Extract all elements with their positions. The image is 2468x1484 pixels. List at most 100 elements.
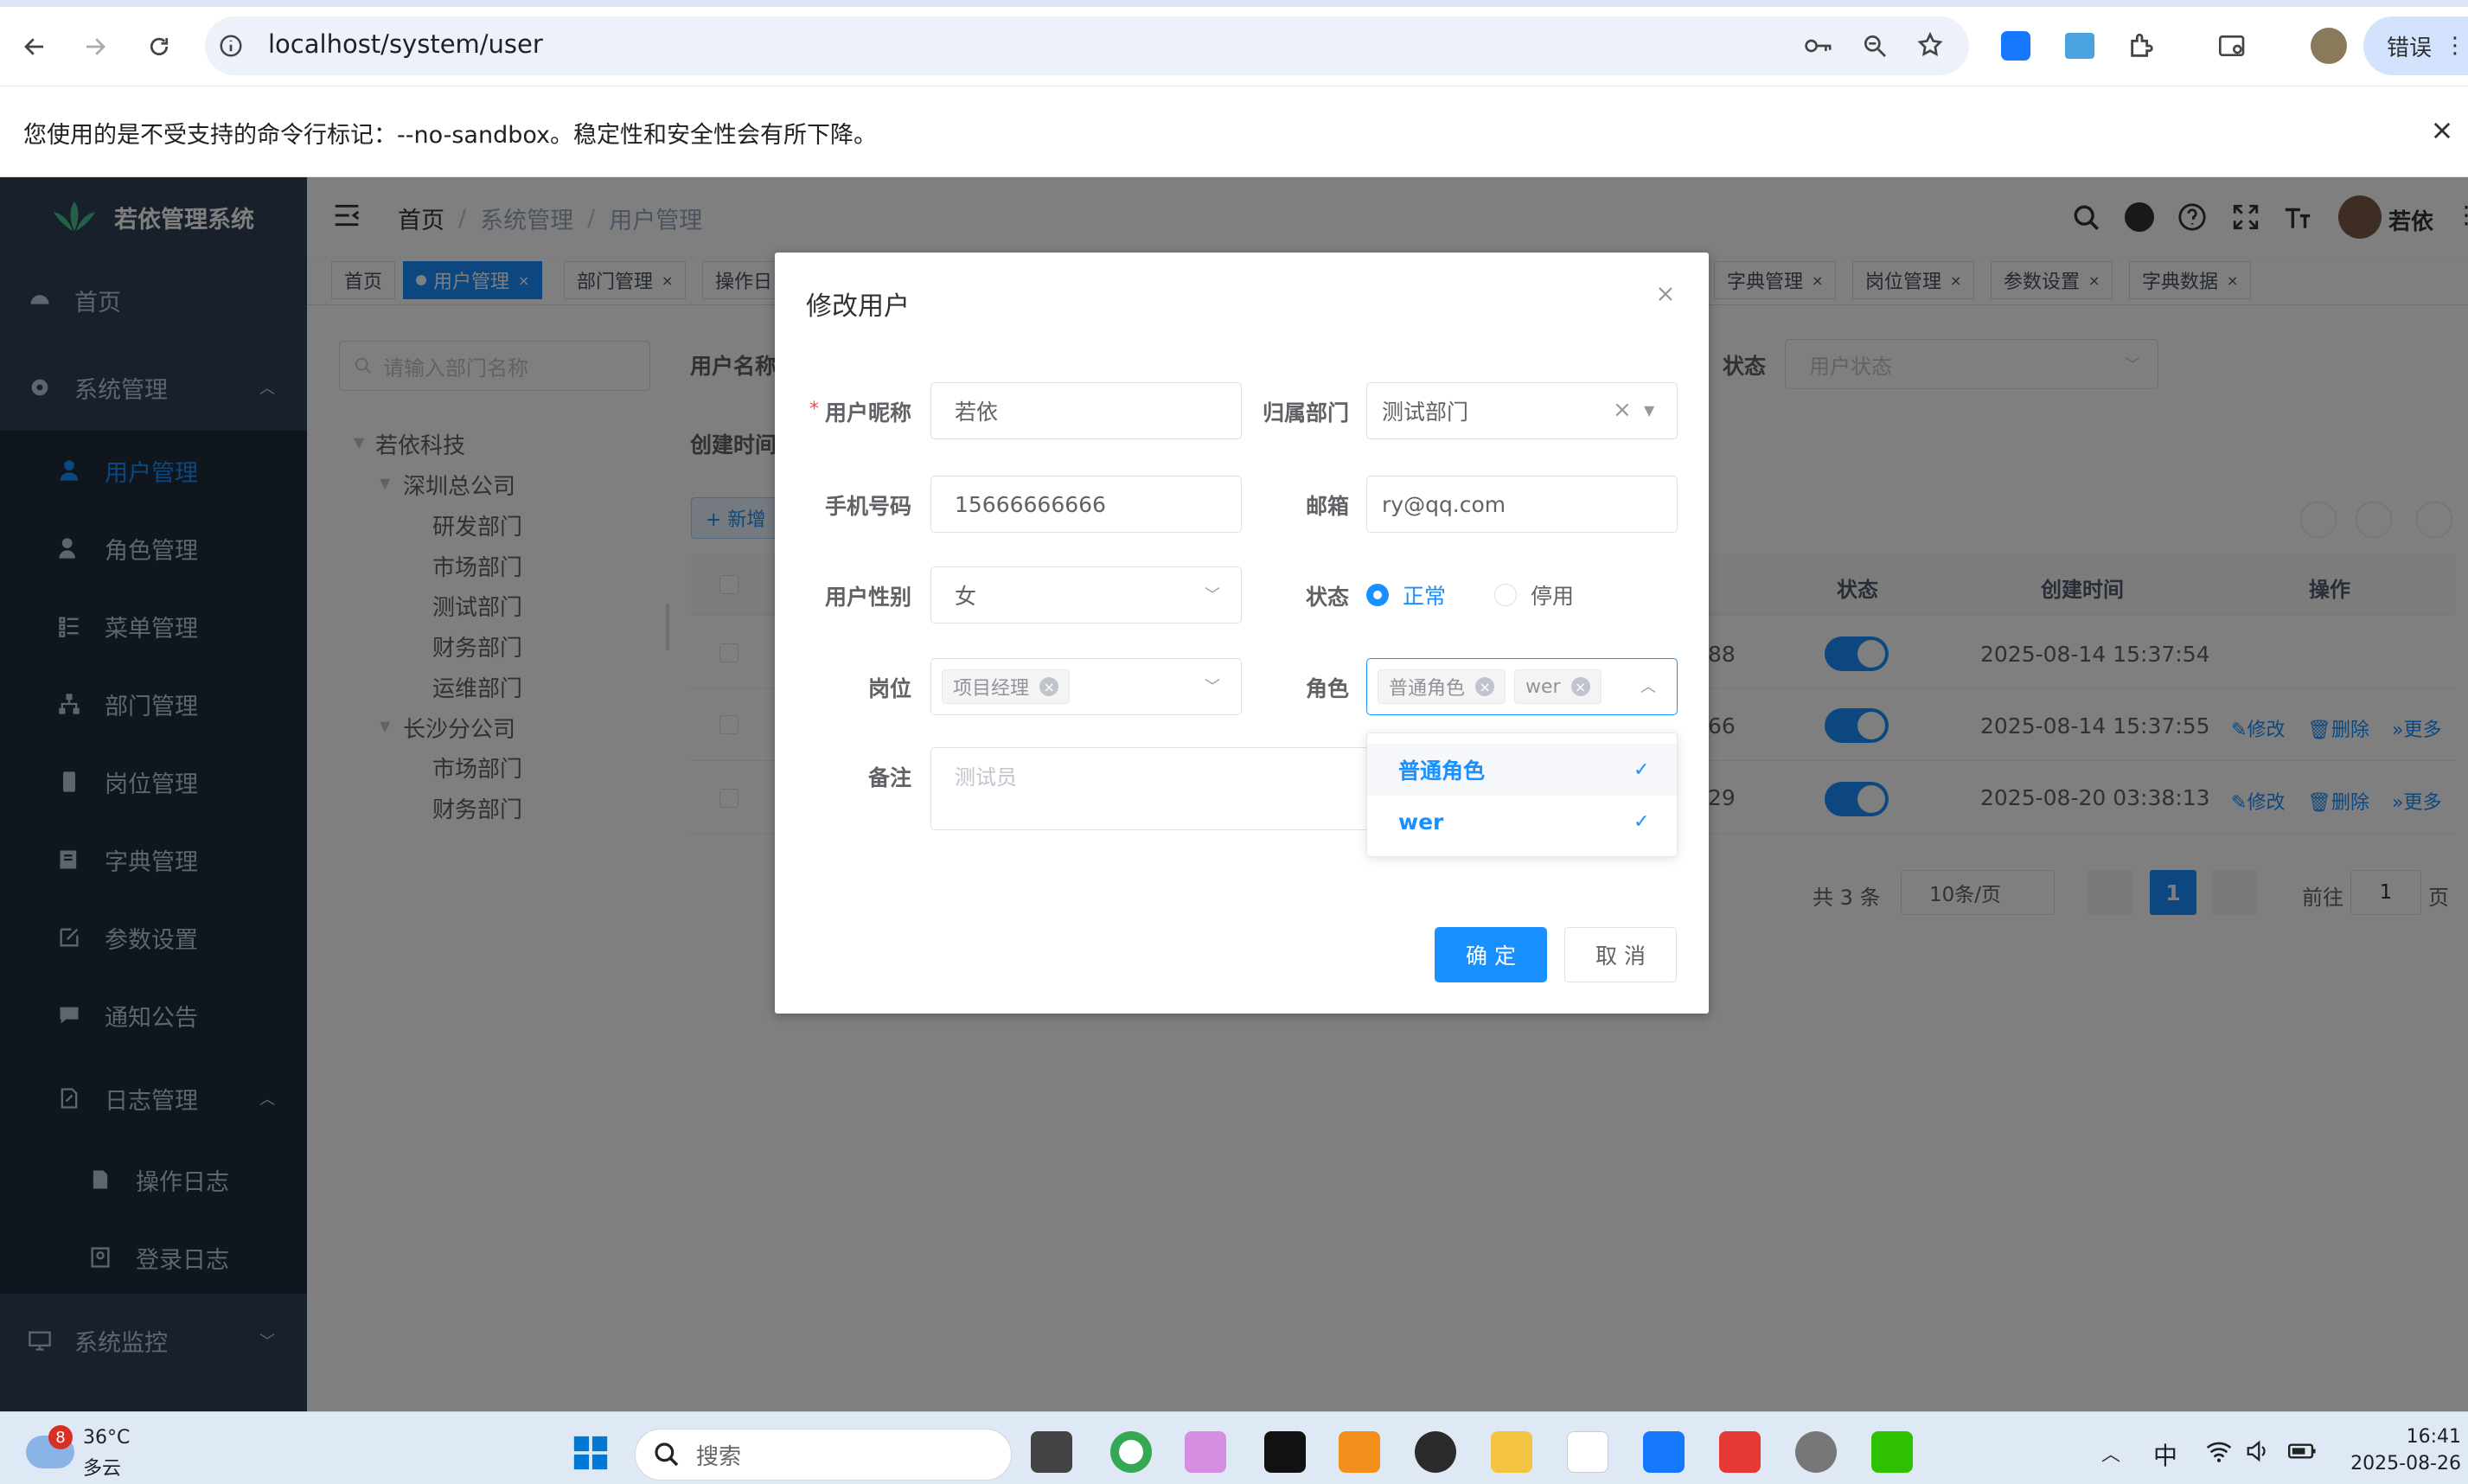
game-app-icon[interactable] bbox=[1795, 1431, 1837, 1473]
tab-search-icon[interactable] bbox=[2217, 32, 2248, 60]
role-tag-label: 普通角色 bbox=[1389, 678, 1466, 700]
clear-icon[interactable]: × bbox=[1613, 397, 1632, 423]
tag-close-icon[interactable]: × bbox=[1039, 677, 1059, 696]
more-vert-icon: ⋮ bbox=[2444, 33, 2467, 59]
task-view-icon[interactable] bbox=[1031, 1431, 1072, 1473]
file-explorer-icon[interactable] bbox=[1491, 1431, 1532, 1473]
phone-input[interactable]: 15666666666 bbox=[930, 476, 1242, 533]
radio-unchecked-icon bbox=[1494, 584, 1517, 606]
tab-strip bbox=[0, 0, 2468, 7]
weather-desc: 多云 bbox=[83, 1458, 122, 1480]
role-tag: wer × bbox=[1514, 669, 1602, 704]
weather-badge: 8 bbox=[48, 1425, 73, 1449]
extension-j-icon[interactable] bbox=[2001, 31, 2030, 61]
chrome-icon[interactable] bbox=[1110, 1431, 1152, 1473]
url-text[interactable]: localhost/system/user bbox=[268, 29, 543, 59]
windows-taskbar bbox=[0, 1411, 2468, 1484]
back-icon[interactable] bbox=[14, 26, 55, 67]
dept-treeselect[interactable]: 测试部门 × ▼ bbox=[1366, 382, 1678, 439]
reload-icon[interactable] bbox=[138, 26, 180, 67]
email-label: 邮箱 bbox=[1305, 494, 1349, 519]
chevron-down-icon: ﹀ bbox=[1205, 678, 1220, 696]
confirm-label: 确 定 bbox=[1466, 943, 1516, 969]
volume-icon[interactable] bbox=[2245, 1439, 2271, 1463]
taskbar-search-placeholder: 搜索 bbox=[696, 1443, 742, 1470]
j-app-icon[interactable] bbox=[1643, 1431, 1685, 1473]
tag-close-icon[interactable]: × bbox=[1475, 677, 1495, 696]
phone-label: 手机号码 bbox=[824, 494, 911, 519]
check-icon: ✓ bbox=[1634, 810, 1650, 833]
status-disabled-label: 停用 bbox=[1531, 584, 1575, 609]
tray-chevron-up-icon[interactable]: ︿ bbox=[2101, 1439, 2120, 1467]
weather-temp: 36°C bbox=[83, 1427, 131, 1449]
forward-icon[interactable] bbox=[74, 26, 116, 67]
obs-icon[interactable] bbox=[1415, 1431, 1456, 1473]
extensions-puzzle-icon[interactable] bbox=[2127, 31, 2157, 61]
role-option[interactable]: wer ✓ bbox=[1367, 796, 1677, 848]
role-option-label: 普通角色 bbox=[1398, 758, 1486, 784]
gender-label: 用户性别 bbox=[824, 585, 911, 610]
edit-user-dialog: 修改用户 * 用户昵称 若依 归属部门 测试部门 × ▼ 手机号码 156666… bbox=[775, 253, 1709, 1014]
infobar-close-icon[interactable] bbox=[2430, 118, 2454, 143]
email-value: ry@qq.com bbox=[1382, 491, 1506, 517]
caret-down-icon: ▼ bbox=[1644, 402, 1655, 419]
role-label: 角色 bbox=[1305, 676, 1349, 701]
role-tag: 普通角色 × bbox=[1378, 669, 1506, 704]
email-input[interactable]: ry@qq.com bbox=[1366, 476, 1678, 533]
status-label: 状态 bbox=[1305, 585, 1349, 610]
clock-time[interactable]: 16:41 bbox=[2380, 1426, 2461, 1448]
wechat-icon[interactable] bbox=[1871, 1431, 1913, 1473]
dept-value: 测试部门 bbox=[1382, 400, 1469, 425]
bookmark-star-icon[interactable] bbox=[1916, 31, 1944, 59]
remark-placeholder: 测试员 bbox=[955, 765, 1017, 790]
confirm-button[interactable]: 确 定 bbox=[1435, 927, 1547, 982]
status-radio-normal[interactable]: 正常 bbox=[1366, 579, 1446, 611]
status-radio-disabled[interactable]: 停用 bbox=[1494, 579, 1574, 611]
post-tag: 项目经理 × bbox=[942, 669, 1071, 704]
profile-avatar[interactable] bbox=[2311, 28, 2347, 64]
battery-icon[interactable] bbox=[2288, 1441, 2318, 1462]
post-select[interactable]: 项目经理 × ﹀ bbox=[930, 658, 1242, 715]
nickname-input[interactable]: 若依 bbox=[930, 382, 1242, 439]
wps-icon[interactable] bbox=[1719, 1431, 1761, 1473]
role-option[interactable]: 普通角色 ✓ bbox=[1367, 744, 1677, 796]
radio-checked-icon bbox=[1366, 584, 1389, 606]
role-dropdown: 普通角色 ✓ wer ✓ bbox=[1366, 732, 1678, 857]
wifi-icon[interactable] bbox=[2205, 1439, 2233, 1463]
sublime-icon[interactable] bbox=[1339, 1431, 1380, 1473]
role-option-label: wer bbox=[1398, 809, 1444, 835]
phone-value: 15666666666 bbox=[955, 491, 1106, 517]
gender-select[interactable]: 女 ﹀ bbox=[930, 566, 1242, 624]
app-pixel-icon[interactable] bbox=[1185, 1431, 1226, 1473]
password-key-icon[interactable] bbox=[1803, 33, 1834, 59]
search-icon bbox=[655, 1442, 679, 1467]
infobar-text: 您使用的是不受支持的命令行标记：--no-sandbox。稳定性和安全性会有所下… bbox=[23, 122, 878, 149]
dept-label: 归属部门 bbox=[1262, 400, 1349, 425]
dialog-title: 修改用户 bbox=[806, 291, 910, 322]
extension-print-icon[interactable] bbox=[2065, 33, 2094, 59]
ime-indicator[interactable]: 中 bbox=[2153, 1437, 2177, 1472]
typora-icon[interactable] bbox=[1567, 1431, 1608, 1473]
site-info-icon[interactable] bbox=[218, 33, 244, 59]
chevron-down-icon: ﹀ bbox=[1205, 586, 1220, 604]
dialog-close-icon[interactable] bbox=[1655, 284, 1676, 304]
weather-badge-count: 8 bbox=[55, 1428, 66, 1447]
browser-error-label: 错误 bbox=[2387, 35, 2433, 61]
taskbar-search[interactable]: 搜索 bbox=[635, 1429, 1012, 1481]
cancel-button[interactable]: 取 消 bbox=[1564, 927, 1677, 982]
cancel-label: 取 消 bbox=[1595, 943, 1646, 969]
nickname-value: 若依 bbox=[955, 400, 999, 425]
browser-error-button[interactable]: 错误 ⋮ bbox=[2363, 16, 2468, 75]
role-select[interactable]: 普通角色 × wer × ︿ bbox=[1366, 658, 1678, 715]
zoom-icon[interactable] bbox=[1861, 32, 1889, 60]
remark-label: 备注 bbox=[867, 765, 911, 790]
intellij-icon[interactable] bbox=[1264, 1431, 1306, 1473]
clock-date[interactable]: 2025-08-26 bbox=[2335, 1453, 2461, 1474]
post-label: 岗位 bbox=[867, 676, 911, 701]
nickname-label: 用户昵称 bbox=[824, 400, 911, 425]
chevron-up-icon: ︿ bbox=[1640, 678, 1656, 696]
post-tag-label: 项目经理 bbox=[953, 678, 1030, 700]
status-normal-label: 正常 bbox=[1403, 584, 1447, 609]
windows-start-icon[interactable] bbox=[571, 1433, 611, 1473]
tag-close-icon[interactable]: × bbox=[1570, 677, 1590, 696]
